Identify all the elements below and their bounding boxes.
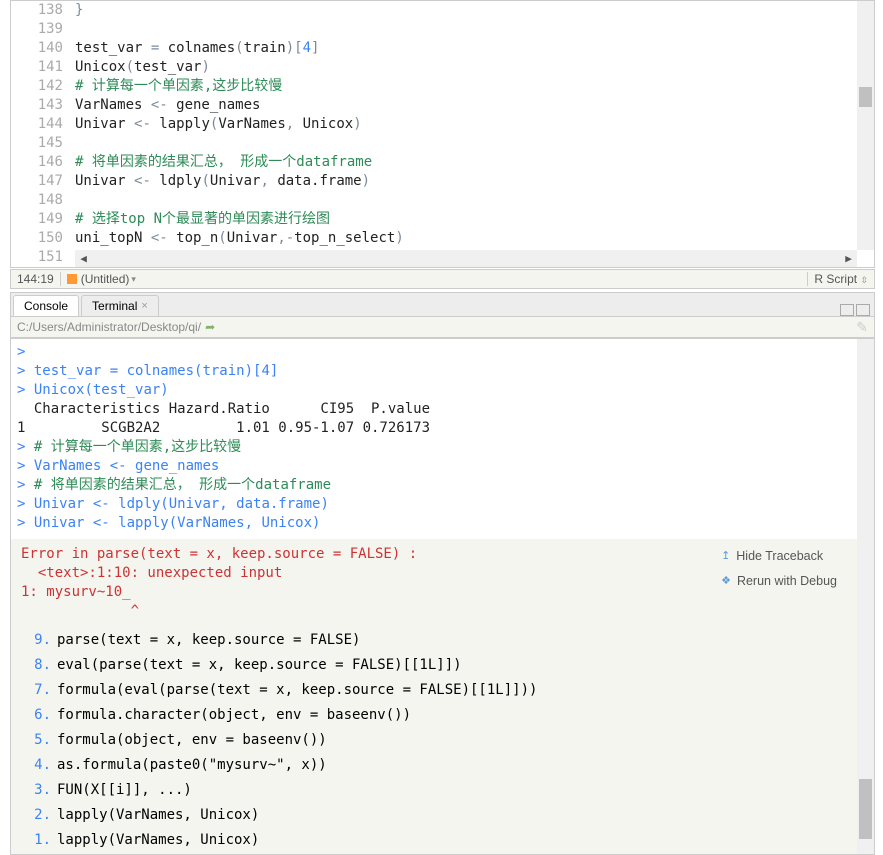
- language-selector[interactable]: R Script ⇳: [807, 272, 874, 286]
- line-number: 151: [11, 248, 63, 267]
- pane-window-controls: [840, 304, 874, 316]
- line-number: 146: [11, 153, 63, 172]
- file-type-icon: [67, 274, 77, 284]
- console-line: > VarNames <- gene_names: [17, 457, 851, 476]
- console-line: Characteristics Hazard.Ratio CI95 P.valu…: [17, 400, 851, 419]
- hscroll-track[interactable]: [92, 250, 840, 267]
- tab-terminal-label: Terminal: [92, 299, 137, 313]
- tab-terminal[interactable]: Terminal ×: [81, 295, 159, 316]
- code-line[interactable]: # 将单因素的结果汇总， 形成一个dataframe: [75, 153, 857, 172]
- code-line[interactable]: test_var = colnames(train)[4]: [75, 39, 857, 58]
- line-number: 142: [11, 77, 63, 96]
- code-line[interactable]: # 计算每一个单因素,这步比较慢: [75, 77, 857, 96]
- error-box: Error in parse(text = x, keep.source = F…: [11, 539, 857, 854]
- traceback-frame[interactable]: 7.formula(eval(parse(text = x, keep.sour…: [21, 681, 847, 706]
- traceback-frame[interactable]: 2.lapply(VarNames, Unicox): [21, 806, 847, 831]
- traceback-frame[interactable]: 1.lapply(VarNames, Unicox): [21, 831, 847, 854]
- traceback-list: 9.parse(text = x, keep.source = FALSE)8.…: [21, 631, 847, 854]
- console-line: 1 SCGB2A2 1.01 0.95-1.07 0.726173: [17, 419, 851, 438]
- code-line[interactable]: VarNames <- gene_names: [75, 96, 857, 115]
- clear-console-icon[interactable]: ✎: [856, 319, 868, 336]
- traceback-frame[interactable]: 4.as.formula(paste0("mysurv~", x)): [21, 756, 847, 781]
- code-line[interactable]: Univar <- lapply(VarNames, Unicox): [75, 115, 857, 134]
- vscroll-thumb[interactable]: [859, 87, 872, 107]
- code-line[interactable]: [75, 191, 857, 210]
- line-number: 145: [11, 134, 63, 153]
- cursor-position: 144:19: [11, 272, 61, 286]
- line-number: 139: [11, 20, 63, 39]
- line-number: 141: [11, 58, 63, 77]
- console-line: > # 计算每一个单因素,这步比较慢: [17, 438, 851, 457]
- line-number: 147: [11, 172, 63, 191]
- source-editor-pane: 1381391401411421431441451461471481491501…: [10, 0, 875, 268]
- console-line: > Univar <- ldply(Univar, data.frame): [17, 495, 851, 514]
- line-number: 140: [11, 39, 63, 58]
- line-number: 138: [11, 1, 63, 20]
- file-title[interactable]: (Untitled): [81, 272, 130, 286]
- line-number: 144: [11, 115, 63, 134]
- console-line: > # 将单因素的结果汇总， 形成一个dataframe: [17, 476, 851, 495]
- scroll-right-icon[interactable]: ▶: [840, 250, 857, 267]
- rerun-with-debug-button[interactable]: ❖Rerun with Debug: [721, 572, 837, 591]
- code-line[interactable]: Univar <- ldply(Univar, data.frame): [75, 172, 857, 191]
- maximize-pane-icon[interactable]: [856, 304, 870, 316]
- line-number: 148: [11, 191, 63, 210]
- code-area[interactable]: } test_var = colnames(train)[4]Unicox(tes…: [75, 1, 857, 250]
- code-line[interactable]: [75, 20, 857, 39]
- hide-traceback-button[interactable]: ↥Hide Traceback: [721, 547, 837, 566]
- console-line: >: [17, 343, 851, 362]
- minimize-pane-icon[interactable]: [840, 304, 854, 316]
- tab-console[interactable]: Console: [13, 295, 79, 316]
- traceback-frame[interactable]: 8.eval(parse(text = x, keep.source = FAL…: [21, 656, 847, 681]
- working-directory-path[interactable]: C:/Users/Administrator/Desktop/qi/: [17, 320, 201, 334]
- go-to-directory-icon[interactable]: ➦: [205, 320, 215, 334]
- console-line: > Unicox(test_var): [17, 381, 851, 400]
- chevron-down-icon[interactable]: ▾: [131, 274, 136, 285]
- console-tab-bar: Console Terminal ×: [10, 292, 875, 316]
- traceback-frame[interactable]: 3.FUN(X[[i]], ...): [21, 781, 847, 806]
- code-line[interactable]: [75, 134, 857, 153]
- editor-status-bar: 144:19 (Untitled) ▾ R Script ⇳: [10, 269, 875, 289]
- console-line: > test_var = colnames(train)[4]: [17, 362, 851, 381]
- line-number: 149: [11, 210, 63, 229]
- editor-vertical-scrollbar[interactable]: [857, 1, 874, 250]
- code-line[interactable]: uni_topN <- top_n(Univar,-top_n_select): [75, 229, 857, 248]
- console-output[interactable]: >> test_var = colnames(train)[4]> Unicox…: [11, 339, 857, 854]
- line-gutter: 1381391401411421431441451461471481491501…: [11, 1, 71, 267]
- code-line[interactable]: # 选择top N个最显著的单因素进行绘图: [75, 210, 857, 229]
- line-number: 143: [11, 96, 63, 115]
- traceback-frame[interactable]: 9.parse(text = x, keep.source = FALSE): [21, 631, 847, 656]
- tab-console-label: Console: [24, 299, 68, 313]
- console-vertical-scrollbar[interactable]: [857, 339, 874, 854]
- error-line: ^: [21, 602, 847, 621]
- code-line[interactable]: }: [75, 1, 857, 20]
- traceback-frame[interactable]: 5.formula(object, env = baseenv()): [21, 731, 847, 756]
- error-actions: ↥Hide Traceback ❖Rerun with Debug: [721, 547, 837, 597]
- working-directory-bar: C:/Users/Administrator/Desktop/qi/ ➦ ✎: [10, 316, 875, 338]
- code-line[interactable]: Unicox(test_var): [75, 58, 857, 77]
- line-number: 150: [11, 229, 63, 248]
- close-icon[interactable]: ×: [141, 300, 147, 312]
- console-line: > Univar <- lapply(VarNames, Unicox): [17, 514, 851, 533]
- console-pane: >> test_var = colnames(train)[4]> Unicox…: [10, 338, 875, 855]
- traceback-frame[interactable]: 6.formula.character(object, env = baseen…: [21, 706, 847, 731]
- vscroll-thumb[interactable]: [859, 779, 872, 839]
- editor-horizontal-scrollbar[interactable]: ◀ ▶: [75, 250, 857, 267]
- scroll-left-icon[interactable]: ◀: [75, 250, 92, 267]
